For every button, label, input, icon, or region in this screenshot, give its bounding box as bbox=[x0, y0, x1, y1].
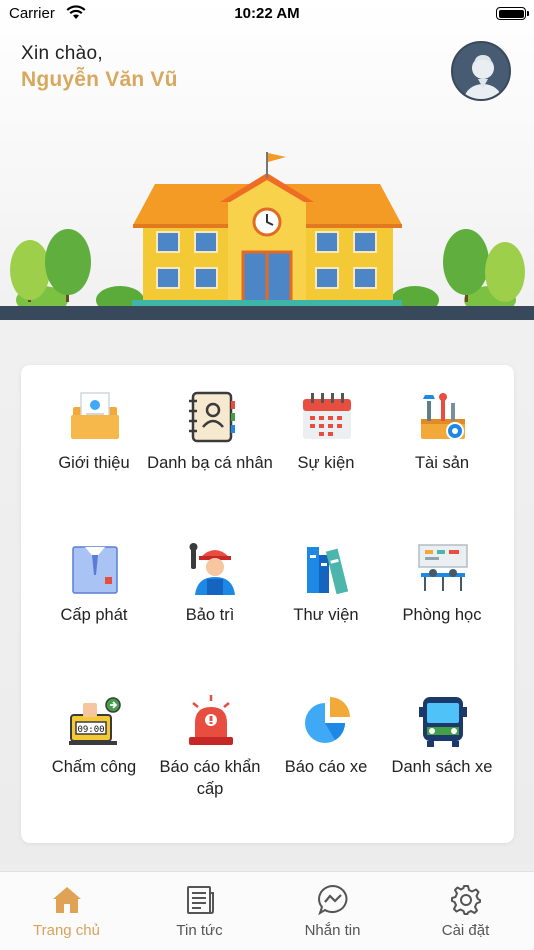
status-bar: Carrier 10:22 AM bbox=[0, 0, 534, 30]
menu-label: Phòng học bbox=[402, 606, 482, 624]
menu-item-su-kien[interactable]: Sự kiện bbox=[267, 365, 385, 495]
menu-item-tai-san[interactable]: Tài sản bbox=[383, 365, 501, 495]
books-icon bbox=[307, 547, 349, 595]
menu-item-cham-cong[interactable]: 09:00 Chấm công bbox=[35, 669, 153, 799]
tab-nhan-tin[interactable]: Nhắn tin bbox=[266, 872, 399, 950]
menu-label: Giới thiệu bbox=[58, 454, 130, 472]
status-time: 10:22 AM bbox=[234, 5, 300, 22]
pie-chart-icon bbox=[305, 697, 350, 743]
tab-label: Trang chủ bbox=[33, 922, 100, 939]
user-name: Nguyễn Văn Vũ bbox=[21, 68, 178, 91]
menu-item-phong-hoc[interactable]: Phòng học bbox=[383, 517, 501, 647]
emergency-siren-icon bbox=[189, 695, 233, 745]
menu-label: Danh bạ cá nhân bbox=[147, 454, 273, 472]
feature-menu-card: Giới thiệu Danh bạ cá nhân Sự kiện Tài s… bbox=[21, 365, 514, 843]
time-clock-icon: 09:00 bbox=[69, 697, 121, 745]
menu-item-bao-cao-xe[interactable]: Báo cáo xe bbox=[267, 669, 385, 799]
tab-trang-chu[interactable]: Trang chủ bbox=[0, 872, 133, 950]
menu-item-danh-ba[interactable]: Danh bạ cá nhân bbox=[147, 365, 273, 495]
school-banner-image bbox=[0, 152, 534, 320]
menu-label: Chấm công bbox=[51, 758, 137, 776]
user-avatar-icon[interactable] bbox=[451, 41, 511, 101]
folder-profile-icon bbox=[71, 392, 119, 439]
menu-label: Báo cáo xe bbox=[284, 758, 368, 776]
toolbox-icon bbox=[421, 393, 465, 440]
calendar-icon bbox=[303, 393, 351, 439]
menu-item-bao-tri[interactable]: Bảo trì bbox=[151, 517, 269, 647]
battery-icon bbox=[496, 7, 529, 20]
menu-label: Sự kiện bbox=[297, 454, 355, 472]
menu-label: Danh sách xe bbox=[391, 758, 493, 776]
classroom-icon bbox=[418, 544, 468, 591]
menu-item-danh-sach-xe[interactable]: Danh sách xe bbox=[383, 669, 501, 799]
repairman-icon bbox=[189, 543, 235, 595]
tab-tin-tuc[interactable]: Tin tức bbox=[133, 872, 266, 950]
shirt-icon bbox=[72, 546, 118, 594]
bottom-tab-bar: Trang chủ Tin tức Nhắn tin Cài đặt bbox=[0, 871, 534, 950]
bus-icon bbox=[419, 697, 467, 747]
menu-item-gioi-thieu[interactable]: Giới thiệu bbox=[35, 365, 153, 495]
greeting-text: Xin chào, bbox=[21, 43, 103, 64]
clock-display-text: 09:00 bbox=[77, 725, 104, 735]
tab-label: Tin tức bbox=[176, 922, 223, 939]
home-icon bbox=[52, 887, 81, 913]
menu-label: Tài sản bbox=[414, 454, 470, 472]
settings-gear-icon bbox=[450, 885, 481, 915]
menu-label: Báo cáo khẩn cấp bbox=[159, 758, 261, 798]
news-icon bbox=[186, 886, 214, 914]
menu-label: Cấp phát bbox=[60, 606, 128, 624]
menu-item-bao-cao-khan-cap[interactable]: Báo cáo khẩn cấp bbox=[151, 669, 269, 799]
menu-item-cap-phat[interactable]: Cấp phát bbox=[35, 517, 153, 647]
menu-label: Thư viện bbox=[293, 606, 359, 624]
menu-item-thu-vien[interactable]: Thư viện bbox=[267, 517, 385, 647]
tab-label: Nhắn tin bbox=[304, 922, 361, 939]
contact-book-icon bbox=[189, 391, 235, 443]
tab-label: Cài đặt bbox=[441, 922, 490, 939]
chat-icon bbox=[317, 884, 347, 916]
tab-cai-dat[interactable]: Cài đặt bbox=[399, 872, 532, 950]
menu-label: Bảo trì bbox=[185, 606, 235, 624]
